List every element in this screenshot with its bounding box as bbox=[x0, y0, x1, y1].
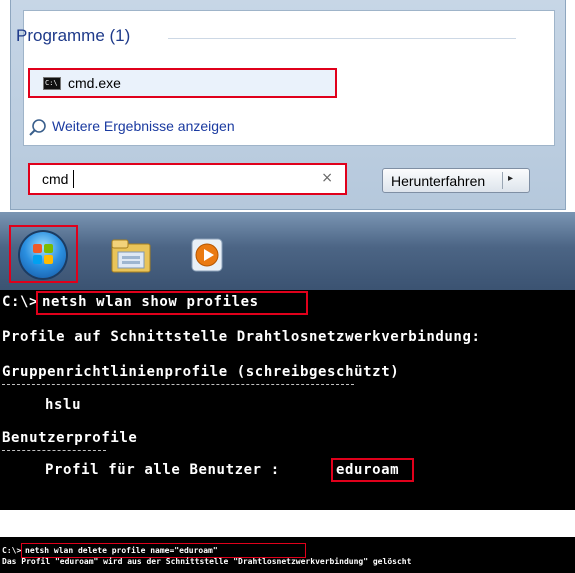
console-prompt: C:\> bbox=[2, 294, 39, 310]
console-user-profiles-header: Benutzerprofile bbox=[2, 430, 138, 446]
start-button[interactable] bbox=[9, 225, 78, 283]
console-output-interface: Profile auf Schnittstelle Drahtlosnetzwe… bbox=[2, 329, 481, 345]
console-command: netsh wlan show profiles bbox=[42, 294, 259, 310]
flag-blue-quadrant bbox=[33, 255, 42, 264]
shutdown-button-label: Herunterfahren bbox=[391, 173, 486, 189]
search-input-value: cmd bbox=[42, 171, 69, 187]
shutdown-divider bbox=[502, 172, 503, 189]
flag-yellow-quadrant bbox=[44, 255, 53, 264]
shutdown-options-arrow-icon[interactable]: ▸ bbox=[508, 173, 513, 184]
section-divider bbox=[168, 38, 516, 39]
console-underline bbox=[2, 450, 106, 452]
taskbar bbox=[0, 212, 575, 290]
flag-green-quadrant bbox=[44, 244, 53, 253]
cmd-icon: C:\ bbox=[43, 77, 61, 90]
result-item-label: cmd.exe bbox=[68, 75, 121, 91]
search-input[interactable]: cmd × bbox=[28, 163, 347, 195]
flag-red-quadrant bbox=[33, 244, 42, 253]
windows-media-player-icon[interactable] bbox=[188, 235, 226, 275]
console-group-policy-profile: hslu bbox=[45, 397, 82, 413]
console-user-profile-label: Profil für alle Benutzer : bbox=[45, 462, 289, 478]
text-caret bbox=[73, 170, 74, 188]
console-underline bbox=[2, 384, 354, 386]
console-user-profile-value: eduroam bbox=[336, 462, 400, 478]
shutdown-button[interactable]: Herunterfahren ▸ bbox=[382, 168, 530, 193]
start-orb-icon bbox=[18, 230, 68, 280]
console-command: netsh wlan delete profile name="eduroam" bbox=[25, 546, 218, 555]
result-item-cmd[interactable]: C:\ cmd.exe bbox=[28, 68, 337, 98]
programs-section-header: Programme (1) bbox=[16, 26, 131, 45]
clear-search-icon[interactable]: × bbox=[321, 170, 333, 186]
more-results-link[interactable]: Weitere Ergebnisse anzeigen bbox=[52, 118, 235, 134]
console-group-policy-header: Gruppenrichtlinienprofile (schreibgeschü… bbox=[2, 364, 400, 380]
console-output: Das Profil "eduroam" wird aus der Schnit… bbox=[2, 557, 412, 566]
search-icon bbox=[29, 119, 46, 136]
windows-explorer-icon[interactable] bbox=[108, 234, 154, 278]
console-prompt: C:\> bbox=[2, 546, 22, 555]
